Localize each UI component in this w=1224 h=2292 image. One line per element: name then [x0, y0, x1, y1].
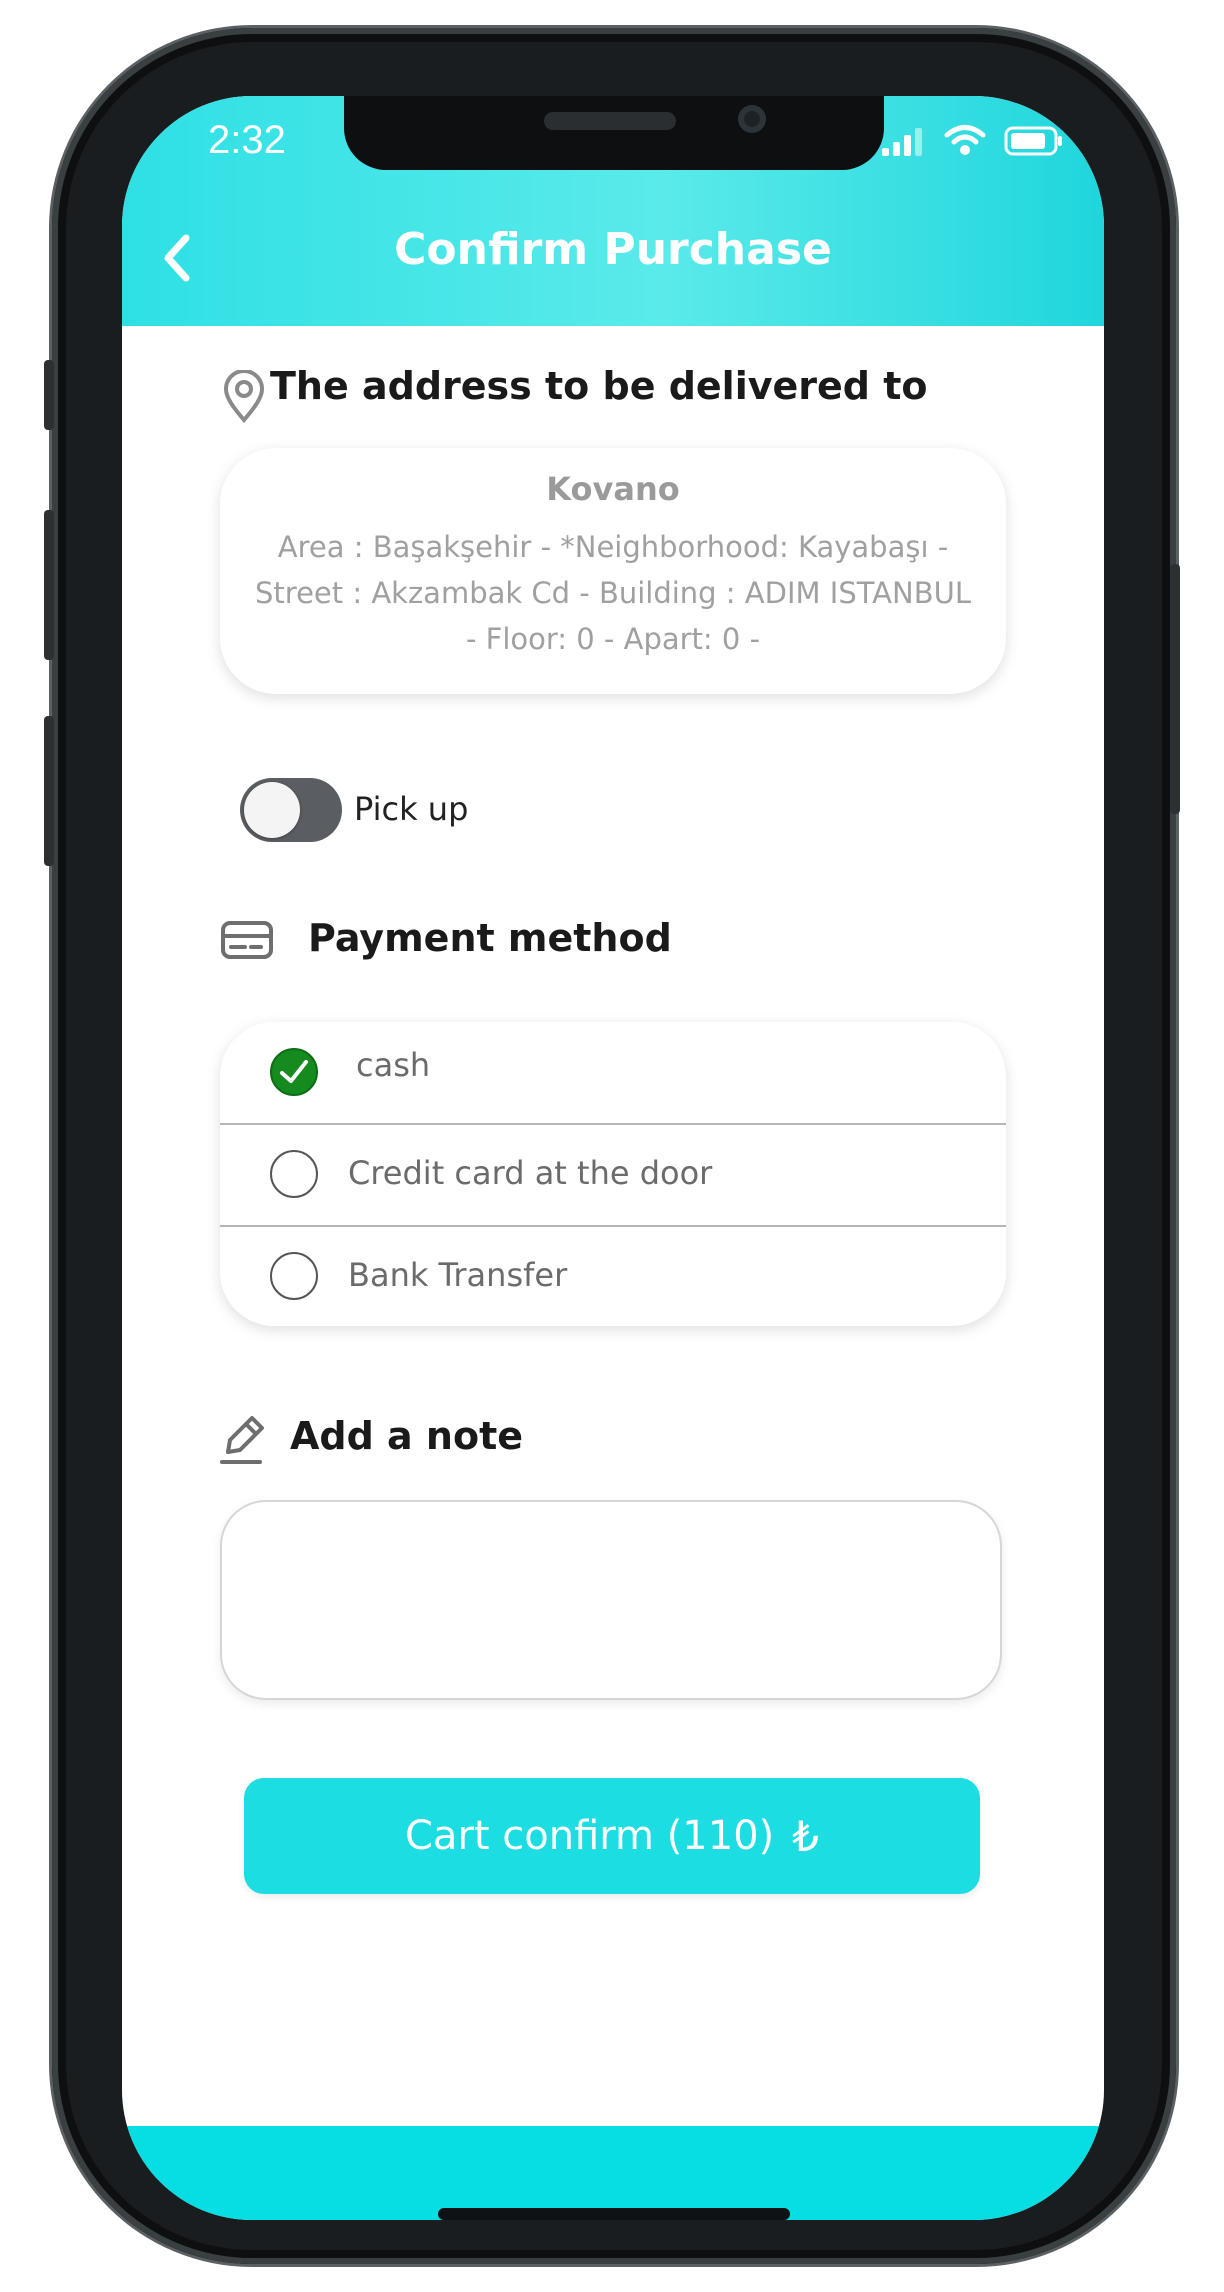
- toggle-knob: [244, 782, 300, 838]
- radio-unchecked[interactable]: [270, 1150, 318, 1198]
- address-name: Kovano: [546, 470, 680, 508]
- address-line-floor: - Floor: 0 - Apart: 0 -: [465, 622, 761, 656]
- home-indicator[interactable]: [438, 2208, 790, 2220]
- address-card[interactable]: Kovano Area : Başakşehir - *Neighborhood…: [220, 448, 1006, 694]
- phone-volume-down-button: [44, 716, 54, 866]
- address-details: Area : Başakşehir - *Neighborhood: Kayab…: [220, 524, 1006, 662]
- pickup-toggle[interactable]: [240, 778, 342, 842]
- payment-option-label: cash: [356, 1046, 431, 1084]
- payment-option-bank-transfer[interactable]: Bank Transfer: [220, 1226, 1006, 1326]
- payment-options: cash Credit card at the door Bank Transf…: [220, 1022, 1006, 1326]
- bottom-bar: [122, 2126, 1104, 2220]
- address-line-street: Street : Akzambak Cd - Building : ADIM I…: [255, 576, 971, 610]
- payment-option-cash[interactable]: cash: [220, 1022, 1006, 1125]
- device-notch: [344, 96, 884, 170]
- credit-card-icon: [221, 921, 273, 959]
- pencil-icon: [220, 1416, 264, 1464]
- speaker-grill: [544, 112, 676, 130]
- status-time: 2:32: [208, 118, 286, 162]
- app-header: 2:32 Confirm Purchase: [122, 96, 1104, 326]
- signal-icon: [882, 128, 922, 156]
- address-heading: The address to be delivered to: [270, 364, 928, 408]
- battery-icon: [1004, 126, 1062, 156]
- payment-heading: Payment method: [308, 916, 672, 960]
- lira-symbol: ₺: [792, 1811, 819, 1861]
- page-title: Confirm Purchase: [394, 224, 832, 275]
- address-line-area: Area : Başakşehir - *Neighborhood: Kayab…: [277, 530, 949, 564]
- app-screen: 2:32 Confirm Purchase The address to be …: [122, 96, 1104, 2220]
- payment-option-label: Bank Transfer: [348, 1256, 568, 1294]
- front-camera: [738, 105, 766, 133]
- radio-checked[interactable]: [270, 1048, 318, 1096]
- cart-confirm-button[interactable]: Cart confirm (110) ₺: [244, 1778, 980, 1894]
- wifi-icon: [944, 125, 986, 155]
- checkmark-icon: [280, 1060, 308, 1083]
- note-heading: Add a note: [290, 1414, 524, 1458]
- cart-confirm-label: Cart confirm (110): [404, 1813, 775, 1859]
- payment-option-label: Credit card at the door: [348, 1154, 713, 1192]
- pickup-label: Pick up: [354, 790, 469, 828]
- radio-unchecked[interactable]: [270, 1252, 318, 1300]
- phone-volume-up-button: [44, 510, 54, 660]
- phone-power-button: [1170, 564, 1180, 814]
- location-pin-icon: [223, 370, 265, 424]
- note-input[interactable]: [220, 1500, 1002, 1700]
- status-icons: [882, 124, 1064, 156]
- phone-side-button: [44, 360, 54, 430]
- payment-option-credit-card[interactable]: Credit card at the door: [220, 1124, 1006, 1227]
